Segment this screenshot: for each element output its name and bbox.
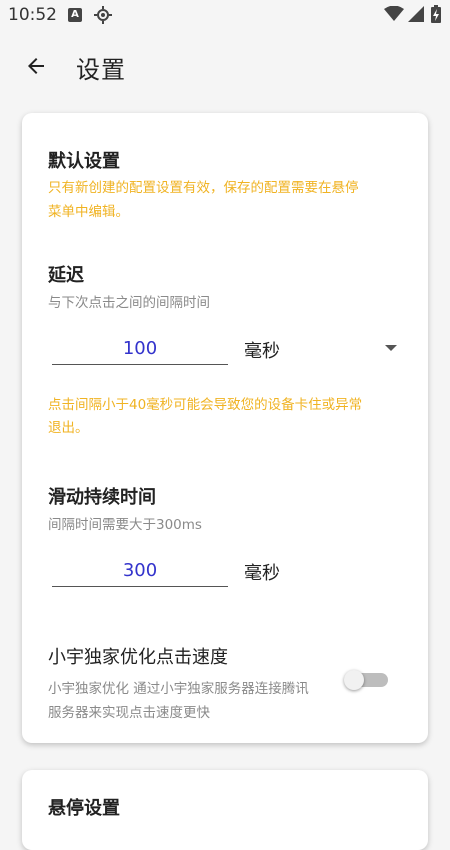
status-bar: 10:52 A [0,0,450,32]
page-title: 设置 [76,56,126,84]
default-settings-title: 默认设置 [48,151,120,172]
delay-subtitle: 与下次点击之间的间隔时间 [48,295,210,311]
default-settings-card: 默认设置 只有新创建的配置设置有效，保存的配置需要在悬停 菜单中编辑。 延迟 与… [22,113,428,743]
app-bar: 设置 [0,32,450,100]
arrow-left-icon [28,58,44,74]
swipe-duration-subtitle: 间隔时间需要大于300ms [48,517,202,533]
hover-settings-title: 悬停设置 [48,798,120,819]
notification-a-icon: A [68,8,82,22]
swipe-duration-input[interactable]: 300 [52,556,228,587]
delay-warning-line2: 退出。 [48,420,89,436]
hover-settings-card: 悬停设置 [22,770,428,850]
delay-title: 延迟 [48,265,84,286]
optimize-desc-line1: 小宇独家优化 通过小宇独家服务器连接腾讯 [48,681,309,697]
battery-charging-icon [431,5,441,27]
dropdown-arrow-icon[interactable] [385,345,397,351]
optimize-title: 小宇独家优化点击速度 [48,647,228,668]
status-time: 10:52 [8,5,57,25]
back-button[interactable] [18,48,54,84]
signal-icon [408,6,426,26]
default-settings-note-line2: 菜单中编辑。 [48,204,129,220]
location-icon [93,5,113,29]
delay-unit-select[interactable]: 毫秒 [244,337,280,363]
swipe-duration-title: 滑动持续时间 [48,487,156,508]
delay-input[interactable]: 100 [52,334,228,365]
default-settings-note-line1: 只有新创建的配置设置有效，保存的配置需要在悬停 [48,180,359,196]
wifi-icon [384,5,404,26]
toggle-thumb[interactable] [344,670,364,690]
delay-warning-line1: 点击间隔小于40毫秒可能会导致您的设备卡住或异常 [48,397,363,413]
optimize-desc-line2: 服务器来实现点击速度更快 [48,705,210,721]
swipe-duration-unit: 毫秒 [244,563,280,584]
